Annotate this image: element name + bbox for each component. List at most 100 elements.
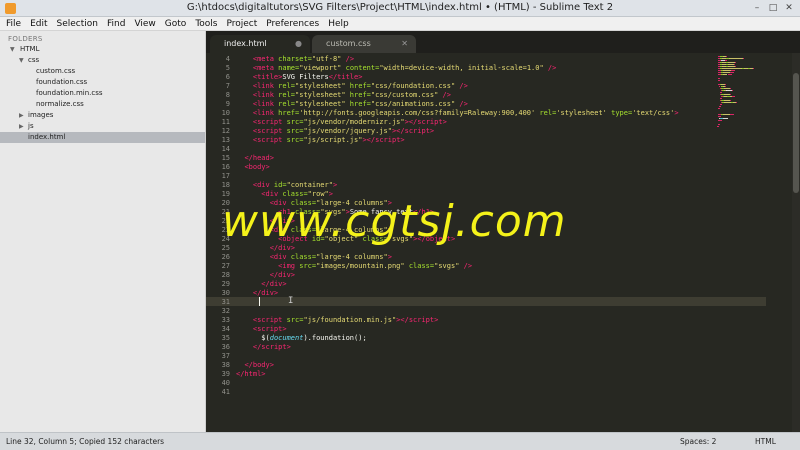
line-number: 15 xyxy=(221,154,230,162)
code-token: </title> xyxy=(328,73,363,81)
menu-tools[interactable]: Tools xyxy=(195,17,217,31)
file-custom-css[interactable]: custom.css xyxy=(0,66,205,77)
code-line[interactable]: <div id="container"> xyxy=(236,181,337,190)
code-token: <div xyxy=(269,253,287,261)
code-line[interactable]: <body> xyxy=(236,163,270,172)
code-token: > xyxy=(286,343,291,351)
vertical-scrollbar[interactable] xyxy=(792,53,800,432)
tab-custom-css[interactable]: custom.css ✕ xyxy=(312,35,416,53)
menu-preferences[interactable]: Preferences xyxy=(266,17,319,31)
chevron-right-icon[interactable]: ▶ xyxy=(19,110,24,121)
folder-js[interactable]: ▶ js xyxy=(0,121,205,132)
code-line[interactable]: <link href='http://fonts.googleapis.com/… xyxy=(236,109,679,118)
code-line[interactable]: <script> xyxy=(236,325,287,334)
code-line[interactable]: <meta charset="utf-8" /> xyxy=(236,55,354,64)
code-line[interactable]: </body> xyxy=(236,361,274,370)
minimap-stroke xyxy=(742,58,744,59)
code-token: <title> xyxy=(252,73,283,81)
minimap-stroke xyxy=(723,102,731,103)
code-token: <link xyxy=(252,100,274,108)
folder-html[interactable]: ▼ HTML xyxy=(0,44,205,55)
code-token: "images/mountain.png" xyxy=(316,262,405,270)
code-line[interactable]: <script src="js/script.js"></script> xyxy=(236,136,405,145)
code-line[interactable]: <div class="large-4 columns"> xyxy=(236,253,392,262)
code-line[interactable]: <script src="js/vendor/modernizr.js"></s… xyxy=(236,118,447,127)
code-token: > xyxy=(429,127,435,135)
code-token: rel= xyxy=(273,100,296,108)
code-line[interactable]: </html> xyxy=(236,370,266,379)
code-line[interactable]: $(document).foundation(); xyxy=(236,334,366,343)
menu-selection[interactable]: Selection xyxy=(57,17,98,31)
menu-help[interactable]: Help xyxy=(328,17,349,31)
code-line[interactable]: <title>SVG Filters</title> xyxy=(236,73,363,82)
line-number: 36 xyxy=(221,343,230,351)
code-line[interactable]: <link rel="stylesheet" href="css/custom.… xyxy=(236,91,451,100)
code-token: href= xyxy=(345,91,371,99)
code-line[interactable]: <script src="js/foundation.min.js"></scr… xyxy=(236,316,438,325)
code-line[interactable]: </head> xyxy=(236,154,274,163)
syntax-selector[interactable]: HTML xyxy=(755,437,776,446)
code-token: rel= xyxy=(273,82,296,90)
code-line[interactable]: <script src="js/vendor/jquery.js"></scri… xyxy=(236,127,434,136)
file-index-html[interactable]: index.html xyxy=(0,132,205,143)
minimap-stroke xyxy=(719,104,722,105)
code-token: class= xyxy=(404,262,435,270)
close-tab-icon[interactable]: ✕ xyxy=(401,35,408,53)
code-token: > xyxy=(400,136,405,144)
chevron-down-icon[interactable]: ▼ xyxy=(10,44,15,55)
minimap-stroke xyxy=(731,96,736,97)
minimap-stroke xyxy=(731,90,734,91)
menu-view[interactable]: View xyxy=(134,17,155,31)
close-window-button[interactable]: ✕ xyxy=(782,2,796,14)
maximize-button[interactable]: □ xyxy=(766,2,780,14)
code-token: > xyxy=(332,181,338,189)
menu-file[interactable]: File xyxy=(6,17,21,31)
unsaved-dot-icon[interactable]: ● xyxy=(295,35,302,53)
folder-images[interactable]: ▶ images xyxy=(0,110,205,121)
code-line[interactable]: </div> xyxy=(236,280,286,289)
code-line[interactable]: </div> xyxy=(236,289,278,298)
file-foundation-min-css[interactable]: foundation.min.css xyxy=(0,88,205,99)
minimap-stroke xyxy=(734,70,736,71)
menu-goto[interactable]: Goto xyxy=(165,17,187,31)
code-token: "width=device-width, initial-scale=1.0" xyxy=(379,64,544,72)
minimap[interactable] xyxy=(709,53,787,432)
code-token: src= xyxy=(295,262,317,270)
file-foundation-css[interactable]: foundation.css xyxy=(0,77,205,88)
code-line[interactable]: </div> xyxy=(236,271,295,280)
folder-css[interactable]: ▼ css xyxy=(0,55,205,66)
menu-edit[interactable]: Edit xyxy=(30,17,47,31)
code-line[interactable]: <meta name="viewport" content="width=dev… xyxy=(236,64,557,73)
code-token: script xyxy=(261,343,287,351)
code-line[interactable]: <link rel="stylesheet" href="css/animati… xyxy=(236,100,468,109)
code-line[interactable]: </script> xyxy=(236,343,291,352)
indentation-setting[interactable]: Spaces: 2 xyxy=(680,437,716,446)
chevron-right-icon[interactable]: ▶ xyxy=(19,121,24,132)
code-token: > xyxy=(442,118,447,126)
code-token: <meta xyxy=(252,64,274,72)
chevron-down-icon[interactable]: ▼ xyxy=(19,55,24,66)
file-normalize-css[interactable]: normalize.css xyxy=(0,99,205,110)
menu-find[interactable]: Find xyxy=(107,17,125,31)
code-token: <body> xyxy=(244,163,270,171)
folder-label: css xyxy=(28,56,40,64)
code-token: <script xyxy=(252,118,283,126)
code-line[interactable]: <link rel="stylesheet" href="css/foundat… xyxy=(236,82,468,91)
code-token: /> xyxy=(438,91,451,99)
minimize-button[interactable]: – xyxy=(750,2,764,14)
code-line[interactable]: <img src="images/mountain.png" class="sv… xyxy=(236,262,472,271)
code-token: "css/animations.css" xyxy=(370,100,456,108)
tab-index-html[interactable]: index.html ● xyxy=(210,35,310,53)
scrollbar-thumb[interactable] xyxy=(793,73,799,193)
menu-project[interactable]: Project xyxy=(226,17,257,31)
line-number: 13 xyxy=(221,136,230,144)
code-token: <img xyxy=(278,262,296,270)
code-token: </body> xyxy=(244,361,274,369)
